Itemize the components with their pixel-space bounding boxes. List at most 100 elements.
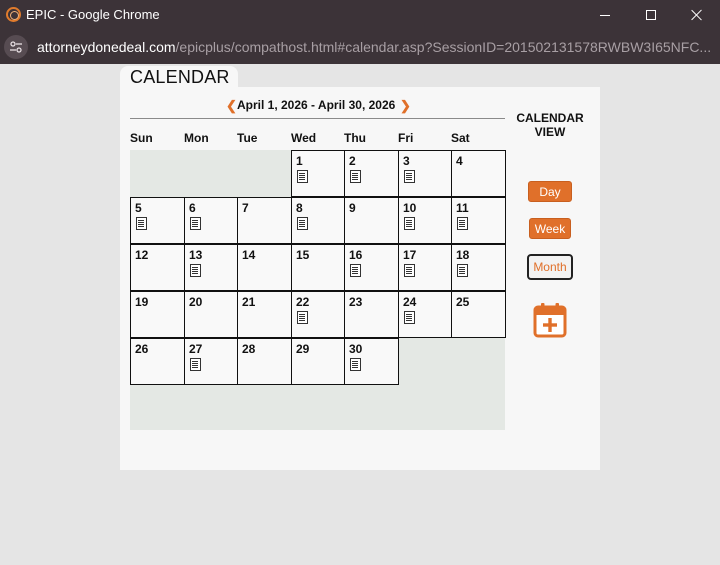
- day-cell[interactable]: 7: [237, 197, 292, 244]
- day-cell[interactable]: 27: [184, 338, 238, 385]
- day-number: 15: [296, 248, 310, 262]
- day-cell[interactable]: 19: [130, 291, 185, 338]
- day-cell[interactable]: 17: [398, 244, 452, 291]
- day-cell[interactable]: 12: [130, 244, 185, 291]
- maximize-button[interactable]: [628, 0, 674, 30]
- day-cell[interactable]: 10: [398, 197, 452, 244]
- document-icon[interactable]: [190, 264, 201, 277]
- day-cell[interactable]: 18: [451, 244, 506, 291]
- day-cell[interactable]: 22: [291, 291, 345, 338]
- day-cell[interactable]: 4: [451, 150, 506, 197]
- day-number: 29: [296, 342, 310, 356]
- day-cell[interactable]: 11: [451, 197, 506, 244]
- minimize-icon: [600, 14, 610, 16]
- day-cell[interactable]: 24: [398, 291, 452, 338]
- day-cell[interactable]: 8: [291, 197, 345, 244]
- day-number: 28: [242, 342, 256, 356]
- document-icon[interactable]: [136, 217, 147, 230]
- day-number: 21: [242, 295, 256, 309]
- day-cell[interactable]: 20: [184, 291, 238, 338]
- document-icon[interactable]: [404, 170, 415, 183]
- site-settings-icon: [10, 41, 22, 53]
- chevron-left-icon[interactable]: ❮: [226, 98, 237, 114]
- week-view-button[interactable]: Week: [529, 218, 571, 239]
- day-cell[interactable]: 28: [237, 338, 292, 385]
- day-number: 27: [189, 342, 203, 356]
- document-icon[interactable]: [404, 217, 415, 230]
- page-title: CALENDAR: [130, 67, 230, 87]
- document-icon[interactable]: [297, 311, 308, 324]
- document-icon[interactable]: [404, 311, 415, 324]
- minimize-button[interactable]: [582, 0, 628, 30]
- day-cell[interactable]: 15: [291, 244, 345, 291]
- window-title: EPIC - Google Chrome: [26, 7, 160, 22]
- maximize-icon: [646, 10, 656, 20]
- day-cell[interactable]: 14: [237, 244, 292, 291]
- day-number: 8: [296, 201, 303, 215]
- weekday-label: Tue: [237, 131, 258, 145]
- url-field[interactable]: attorneydonedeal.com/epicplus/compathost…: [37, 39, 713, 55]
- close-icon: [691, 9, 703, 21]
- day-number: 4: [456, 154, 463, 168]
- day-cell[interactable]: 6: [184, 197, 238, 244]
- day-number: 19: [135, 295, 149, 309]
- weekday-label: Thu: [344, 131, 366, 145]
- day-cell[interactable]: 21: [237, 291, 292, 338]
- calendar-add-icon: [533, 303, 567, 338]
- document-icon[interactable]: [190, 358, 201, 371]
- day-number: 6: [189, 201, 196, 215]
- document-icon[interactable]: [350, 358, 361, 371]
- day-cell[interactable]: 25: [451, 291, 506, 338]
- day-number: 22: [296, 295, 310, 309]
- date-range-nav: ❮ April 1, 2026 - April 30, 2026 ❯: [226, 97, 412, 113]
- weekday-label: Sun: [130, 131, 153, 145]
- day-cell[interactable]: 29: [291, 338, 345, 385]
- day-number: 26: [135, 342, 149, 356]
- document-icon[interactable]: [350, 170, 361, 183]
- close-button[interactable]: [674, 0, 720, 30]
- document-icon[interactable]: [297, 217, 308, 230]
- day-cell[interactable]: 23: [344, 291, 399, 338]
- day-number: 14: [242, 248, 256, 262]
- day-number: 18: [456, 248, 470, 262]
- day-number: 7: [242, 201, 249, 215]
- day-cell[interactable]: 26: [130, 338, 185, 385]
- window-titlebar: EPIC - Google Chrome: [0, 0, 720, 30]
- day-number: 2: [349, 154, 356, 168]
- day-cell[interactable]: 1: [291, 150, 345, 197]
- day-number: 20: [189, 295, 203, 309]
- date-range-label: April 1, 2026 - April 30, 2026: [237, 98, 396, 112]
- day-cell[interactable]: 9: [344, 197, 399, 244]
- document-icon[interactable]: [404, 264, 415, 277]
- app-logo-icon: [6, 7, 21, 22]
- document-icon[interactable]: [457, 217, 468, 230]
- url-path: /epicplus/compathost.html#calendar.asp?S…: [175, 39, 712, 55]
- day-number: 24: [403, 295, 417, 309]
- document-icon[interactable]: [297, 170, 308, 183]
- document-icon[interactable]: [350, 264, 361, 277]
- address-bar: attorneydonedeal.com/epicplus/compathost…: [0, 30, 720, 64]
- day-number: 23: [349, 295, 363, 309]
- day-view-button[interactable]: Day: [528, 181, 572, 202]
- site-info-button[interactable]: [4, 35, 28, 59]
- day-number: 12: [135, 248, 149, 262]
- day-cell[interactable]: 16: [344, 244, 399, 291]
- day-cell[interactable]: 5: [130, 197, 185, 244]
- url-host: attorneydonedeal.com: [37, 39, 176, 55]
- weekday-label: Mon: [184, 131, 209, 145]
- day-cell[interactable]: 2: [344, 150, 399, 197]
- chevron-right-icon[interactable]: ❯: [400, 98, 411, 114]
- day-number: 16: [349, 248, 363, 262]
- day-number: 25: [456, 295, 470, 309]
- day-cell[interactable]: 3: [398, 150, 452, 197]
- day-number: 11: [456, 201, 469, 215]
- document-icon[interactable]: [190, 217, 201, 230]
- day-number: 1: [296, 154, 303, 168]
- day-number: 9: [349, 201, 356, 215]
- day-cell[interactable]: 30: [344, 338, 399, 385]
- day-cell[interactable]: 13: [184, 244, 238, 291]
- add-event-button[interactable]: [533, 302, 567, 338]
- document-icon[interactable]: [457, 264, 468, 277]
- weekday-label: Sat: [451, 131, 470, 145]
- month-view-button[interactable]: Month: [527, 254, 573, 280]
